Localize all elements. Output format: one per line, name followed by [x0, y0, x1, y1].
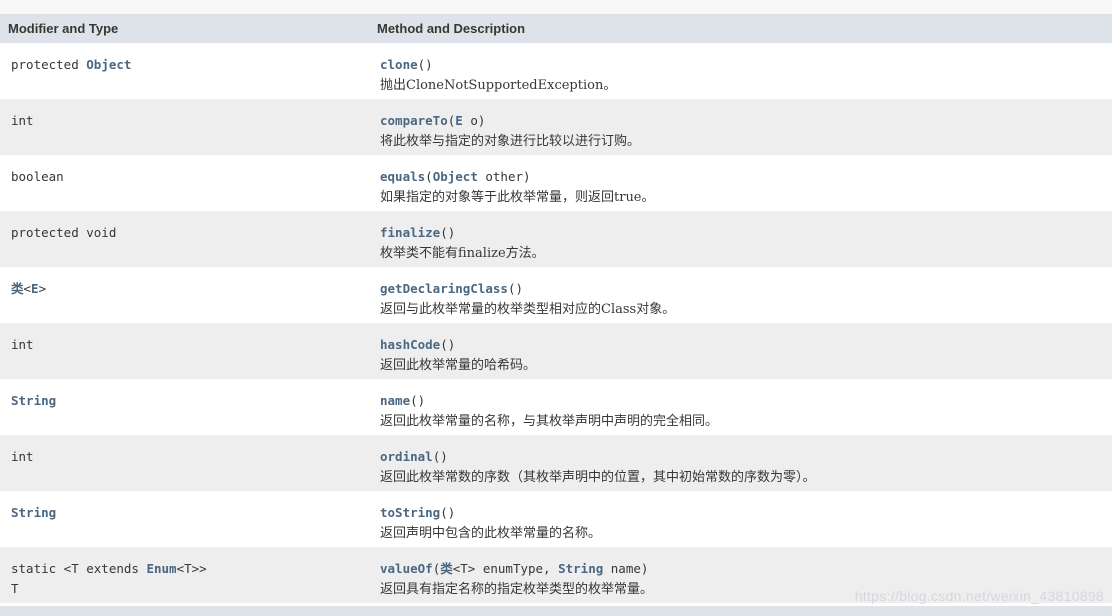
- method-description: 返回此枚举常数的序数（其枚举声明中的位置，其中初始常数的序数为零）。: [380, 470, 816, 485]
- type-text: int: [11, 337, 34, 352]
- method-description: 抛出CloneNotSupportedException。: [380, 78, 617, 93]
- param-text: o): [462, 113, 486, 128]
- method-description: 返回此枚举常量的哈希码。: [380, 358, 537, 373]
- table-row: protected Object clone() 抛出CloneNotSupport…: [0, 43, 1112, 99]
- bottom-strip: [0, 606, 1112, 616]
- param-link[interactable]: String: [558, 561, 603, 576]
- table-row: protected void finalize() 枚举类不能有finalize方法…: [0, 211, 1112, 267]
- method-description-cell: equals(Object other) 如果指定的对象等于此枚举常量，则返回tr…: [369, 155, 1112, 209]
- table-row: int compareTo(E o) 将此枚举与指定的对象进行比较以进行订购。: [0, 99, 1112, 155]
- type-text: <: [23, 281, 32, 296]
- method-description-cell: getDeclaringClass() 返回与此枚举常量的枚举类型相对应的Clas…: [369, 267, 1112, 321]
- method-description-cell: compareTo(E o) 将此枚举与指定的对象进行比较以进行订购。: [369, 99, 1112, 153]
- method-name-link[interactable]: getDeclaringClass: [380, 281, 508, 296]
- top-strip: [0, 0, 1112, 14]
- type-link[interactable]: E: [31, 281, 39, 296]
- type-text: int: [11, 113, 34, 128]
- modifier-type-cell: int: [0, 99, 369, 131]
- table-row: 类<E> getDeclaringClass() 返回与此枚举常量的枚举类型相对应的…: [0, 267, 1112, 323]
- method-description-cell: hashCode() 返回此枚举常量的哈希码。: [369, 323, 1112, 377]
- type-link[interactable]: 类: [11, 281, 24, 296]
- param-text: (): [440, 505, 456, 520]
- table-row: int ordinal() 返回此枚举常数的序数（其枚举声明中的位置，其中初始常数的…: [0, 435, 1112, 491]
- type-link[interactable]: Enum: [146, 561, 176, 576]
- method-description: 将此枚举与指定的对象进行比较以进行订购。: [380, 134, 641, 149]
- watermark: https://blog.csdn.net/weixin_43810898: [854, 588, 1104, 604]
- table-body: protected Object clone() 抛出CloneNotSupport…: [0, 43, 1112, 603]
- modifier-type-cell: boolean: [0, 155, 369, 187]
- table-row: String toString() 返回声明中包含的此枚举常量的名称。: [0, 491, 1112, 547]
- method-description: 返回此枚举常量的名称，与其枚举声明中声明的完全相同。: [380, 414, 719, 429]
- table-header: Modifier and Type Method and Description: [0, 14, 1112, 43]
- method-signature: valueOf(类<T> enumType, String name): [380, 559, 1112, 579]
- param-link[interactable]: E: [455, 113, 463, 128]
- type-text: boolean: [11, 169, 64, 184]
- type-text: static <T extends: [11, 561, 147, 576]
- param-text: (: [425, 169, 433, 184]
- method-name-link[interactable]: name: [380, 393, 410, 408]
- method-signature: toString(): [380, 503, 1112, 523]
- modifier-type-cell: protected Object: [0, 43, 369, 75]
- param-text: other): [477, 169, 531, 184]
- param-link[interactable]: 类: [440, 561, 453, 576]
- method-name-link[interactable]: equals: [380, 169, 425, 184]
- type-text: protected void: [11, 225, 117, 240]
- method-signature: name(): [380, 391, 1112, 411]
- method-description: 如果指定的对象等于此枚举常量，则返回true。: [380, 190, 655, 205]
- modifier-type-cell: int: [0, 435, 369, 467]
- type-link[interactable]: String: [11, 505, 56, 520]
- modifier-type-cell: String: [0, 379, 369, 411]
- param-text: (): [410, 393, 426, 408]
- method-signature: hashCode(): [380, 335, 1112, 355]
- type-link[interactable]: Object: [86, 57, 131, 72]
- param-link[interactable]: Object: [433, 169, 478, 184]
- method-name-link[interactable]: ordinal: [380, 449, 433, 464]
- method-description-cell: ordinal() 返回此枚举常数的序数（其枚举声明中的位置，其中初始常数的序数为…: [369, 435, 1112, 489]
- modifier-type-cell: static <T extends Enum<T>> T: [0, 547, 369, 599]
- method-description: 返回与此枚举常量的枚举类型相对应的Class对象。: [380, 302, 676, 317]
- table-row: int hashCode() 返回此枚举常量的哈希码。: [0, 323, 1112, 379]
- method-description-cell: toString() 返回声明中包含的此枚举常量的名称。: [369, 491, 1112, 545]
- method-description: 枚举类不能有finalize方法。: [380, 246, 545, 261]
- method-name-link[interactable]: compareTo: [380, 113, 448, 128]
- modifier-type-cell: String: [0, 491, 369, 523]
- type-text: >: [38, 281, 47, 296]
- table-row: boolean equals(Object other) 如果指定的对象等于此枚举常…: [0, 155, 1112, 211]
- method-name-link[interactable]: hashCode: [380, 337, 440, 352]
- param-text: <T> enumType,: [452, 561, 559, 576]
- type-text: int: [11, 449, 34, 464]
- table-row: String name() 返回此枚举常量的名称，与其枚举声明中声明的完全相同。: [0, 379, 1112, 435]
- header-modifier-type: Modifier and Type: [8, 21, 119, 36]
- modifier-type-cell: 类<E>: [0, 267, 369, 299]
- method-description-cell: clone() 抛出CloneNotSupportedException。: [369, 43, 1112, 97]
- method-signature: equals(Object other): [380, 167, 1112, 187]
- method-name-link[interactable]: valueOf: [380, 561, 433, 576]
- header-method-description: Method and Description: [377, 21, 526, 36]
- method-description-cell: name() 返回此枚举常量的名称，与其枚举声明中声明的完全相同。: [369, 379, 1112, 433]
- method-description-cell: finalize() 枚举类不能有finalize方法。: [369, 211, 1112, 265]
- type-link[interactable]: String: [11, 393, 56, 408]
- method-description: 返回声明中包含的此枚举常量的名称。: [380, 526, 602, 541]
- modifier-type-cell: int: [0, 323, 369, 355]
- param-text: (): [440, 225, 456, 240]
- param-text: (): [507, 281, 523, 296]
- method-signature: clone(): [380, 55, 1112, 75]
- modifier-type-cell: protected void: [0, 211, 369, 243]
- param-text: name): [603, 561, 649, 576]
- method-signature: finalize(): [380, 223, 1112, 243]
- method-signature: compareTo(E o): [380, 111, 1112, 131]
- method-name-link[interactable]: finalize: [380, 225, 440, 240]
- type-text: protected: [11, 57, 87, 72]
- param-text: (): [417, 57, 433, 72]
- method-name-link[interactable]: clone: [380, 57, 418, 72]
- method-name-link[interactable]: toString: [380, 505, 440, 520]
- method-signature: getDeclaringClass(): [380, 279, 1112, 299]
- method-summary-table: Modifier and Type Method and Description…: [0, 14, 1112, 603]
- method-signature: ordinal(): [380, 447, 1112, 467]
- param-text: (): [440, 337, 456, 352]
- param-text: (): [432, 449, 448, 464]
